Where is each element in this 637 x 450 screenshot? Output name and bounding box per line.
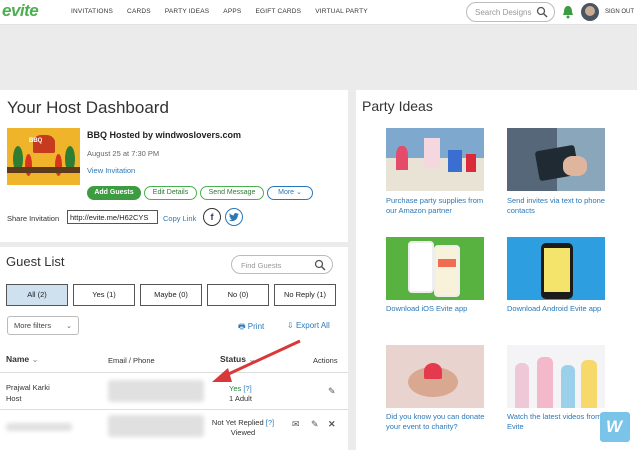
print-label: Print xyxy=(247,322,265,331)
filter-all[interactable]: All (2) xyxy=(6,284,68,306)
guest-name: Prajwal Karki xyxy=(6,383,50,392)
edit-details-button[interactable]: Edit Details xyxy=(144,186,197,200)
status-yes: Yes xyxy=(229,384,242,393)
nav-links: INVITATIONS CARDS PARTY IDEAS APPS EGIFT… xyxy=(71,8,382,15)
top-nav: evite INVITATIONS CARDS PARTY IDEAS APPS… xyxy=(0,0,637,25)
copy-link[interactable]: Copy Link xyxy=(163,214,196,223)
nav-apps[interactable]: APPS xyxy=(223,8,241,15)
print-icon: 🖶 xyxy=(238,322,246,331)
guest-row-1-name: Prajwal Karki Host xyxy=(6,382,50,404)
chevron-down-icon: ⌄ xyxy=(31,354,39,364)
bell-icon[interactable] xyxy=(562,5,574,19)
twitter-icon[interactable] xyxy=(225,208,243,226)
more-button[interactable]: More ⌄ xyxy=(267,186,313,200)
event-date: August 25 at 7:30 PM xyxy=(87,149,160,158)
add-guests-button[interactable]: Add Guests xyxy=(87,186,141,200)
more-filters-dropdown[interactable]: More filters ⌄ xyxy=(7,316,79,335)
mail-icon[interactable]: ✉ xyxy=(292,419,300,430)
column-actions: Actions xyxy=(313,356,338,365)
chevron-down-icon: ⌄ xyxy=(248,354,256,364)
guest-role: Host xyxy=(6,394,22,403)
donate-event-image[interactable] xyxy=(386,345,484,408)
nav-party-ideas[interactable]: PARTY IDEAS xyxy=(165,8,209,15)
nav-virtual-party[interactable]: VIRTUAL PARTY xyxy=(315,8,368,15)
party-ideas-title: Party Ideas xyxy=(362,98,433,114)
guest-row-1-status[interactable]: Yes [?] xyxy=(229,384,252,393)
latest-videos-image[interactable] xyxy=(507,345,605,408)
help-link[interactable]: [?] xyxy=(243,384,251,393)
export-icon: ⇩ xyxy=(287,321,294,330)
text-invites-image[interactable] xyxy=(507,128,605,191)
column-name-label: Name xyxy=(6,354,30,364)
share-invitation-label: Share Invitation xyxy=(7,214,60,223)
filter-no[interactable]: No (0) xyxy=(207,284,269,306)
avatar[interactable] xyxy=(581,3,599,21)
party-card-3-caption[interactable]: Download iOS Evite app xyxy=(386,304,491,314)
chevron-down-icon: ⌄ xyxy=(66,323,72,330)
header-divider xyxy=(0,372,348,373)
help-link[interactable]: [?] xyxy=(266,418,274,427)
filter-maybe[interactable]: Maybe (0) xyxy=(140,284,202,306)
export-all-link[interactable]: ⇩ Export All xyxy=(287,321,330,330)
print-link[interactable]: 🖶 Print xyxy=(238,321,264,335)
android-app-image[interactable] xyxy=(507,237,605,300)
guest-row-2-status: Not Yet Replied [?] Viewed xyxy=(208,418,278,438)
export-all-label: Export All xyxy=(295,321,330,330)
delete-icon[interactable]: ✕ xyxy=(328,419,336,430)
host-dashboard-title: Your Host Dashboard xyxy=(7,98,169,117)
edit-icon[interactable]: ✎ xyxy=(328,386,336,397)
watermark-logo: W xyxy=(600,412,630,442)
search-placeholder: Search Designs xyxy=(475,8,532,17)
share-url-field[interactable]: http://evite.me/H62CYS xyxy=(67,210,158,224)
guest-row-2-email-redacted xyxy=(108,415,204,437)
nav-invitations[interactable]: INVITATIONS xyxy=(71,8,113,15)
column-email-phone: Email / Phone xyxy=(108,356,155,365)
sign-out-link[interactable]: SIGN OUT xyxy=(605,9,634,15)
thumbnail-band xyxy=(7,167,80,173)
party-card-5-caption[interactable]: Did you know you can donate your event t… xyxy=(386,412,491,432)
search-icon[interactable] xyxy=(536,6,548,18)
ios-app-image[interactable] xyxy=(386,237,484,300)
party-card-2-caption[interactable]: Send invites via text to phone contacts xyxy=(507,196,612,216)
row-divider xyxy=(0,409,348,410)
host-dashboard-panel: Your Host Dashboard BBQ BBQ Hosted by wi… xyxy=(0,90,348,242)
find-guests-input[interactable]: Find Guests xyxy=(231,255,333,274)
guest-row-2-name-redacted xyxy=(6,423,72,431)
nav-egift-cards[interactable]: EGIFT CARDS xyxy=(255,8,301,15)
search-icon[interactable] xyxy=(314,259,326,271)
send-message-button[interactable]: Send Message xyxy=(200,186,264,200)
guest-row-1-email-redacted xyxy=(108,380,204,402)
event-thumbnail[interactable]: BBQ xyxy=(7,128,80,185)
facebook-icon[interactable]: f xyxy=(203,208,221,226)
edit-icon[interactable]: ✎ xyxy=(311,419,319,430)
column-status[interactable]: Status ⌄ xyxy=(220,354,255,365)
guest-list-panel: Guest List Find Guests All (2) Yes (1) M… xyxy=(0,247,348,450)
search-input[interactable]: Search Designs xyxy=(466,2,555,22)
more-button-label: More xyxy=(278,189,295,196)
evite-logo[interactable]: evite xyxy=(2,1,39,21)
party-card-6-caption[interactable]: Watch the latest videos from Evite xyxy=(507,412,612,432)
party-card-4-caption[interactable]: Download Android Evite app xyxy=(507,304,612,314)
party-supplies-image[interactable] xyxy=(386,128,484,191)
nav-cards[interactable]: CARDS xyxy=(127,8,151,15)
column-name[interactable]: Name ⌄ xyxy=(6,354,39,365)
event-name: BBQ Hosted by windwoslovers.com xyxy=(87,130,242,140)
find-guests-placeholder: Find Guests xyxy=(241,261,282,270)
party-card-1-caption[interactable]: Purchase party supplies from our Amazon … xyxy=(386,196,491,216)
guest-row-2-detail: Viewed xyxy=(230,428,256,437)
thumbnail-text: BBQ xyxy=(29,138,43,144)
filter-yes[interactable]: Yes (1) xyxy=(73,284,135,306)
status-not-replied: Not Yet Replied xyxy=(211,418,264,427)
party-ideas-panel: Party Ideas Purchase party supplies from… xyxy=(356,90,637,450)
view-invitation-link[interactable]: View Invitation xyxy=(87,166,135,175)
more-filters-label: More filters xyxy=(14,321,52,330)
column-status-label: Status xyxy=(220,354,246,364)
chevron-down-icon: ⌄ xyxy=(296,189,302,196)
filter-no-reply[interactable]: No Reply (1) xyxy=(274,284,336,306)
guest-row-1-detail: 1 Adult xyxy=(229,394,252,403)
guest-list-title: Guest List xyxy=(6,254,65,269)
